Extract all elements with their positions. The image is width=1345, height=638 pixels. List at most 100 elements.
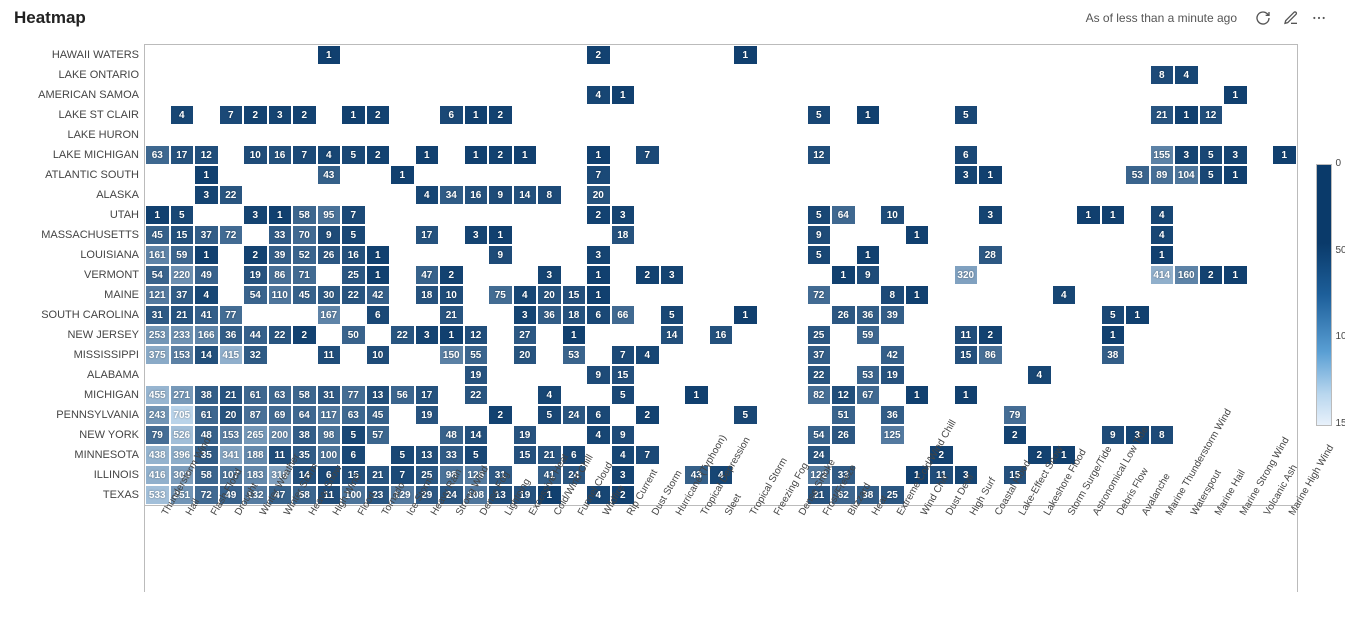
heatmap-cell[interactable] <box>513 125 538 145</box>
heatmap-cell[interactable] <box>880 85 905 105</box>
heatmap-cell[interactable] <box>807 265 832 285</box>
heatmap-cell[interactable] <box>954 285 979 305</box>
heatmap-cell[interactable] <box>831 185 856 205</box>
heatmap-cell[interactable]: 1 <box>905 385 930 405</box>
heatmap-cell[interactable] <box>1101 365 1126 385</box>
heatmap-cell[interactable]: 1 <box>1272 145 1297 165</box>
heatmap-cell[interactable]: 1 <box>366 245 391 265</box>
heatmap-cell[interactable]: 45 <box>366 405 391 425</box>
heatmap-cell[interactable] <box>1052 125 1077 145</box>
heatmap-cell[interactable]: 155 <box>1150 145 1175 165</box>
heatmap-cell[interactable]: 12 <box>1199 105 1224 125</box>
heatmap-cell[interactable] <box>954 65 979 85</box>
heatmap-cell[interactable] <box>758 205 783 225</box>
heatmap-cell[interactable]: 72 <box>807 285 832 305</box>
heatmap-cell[interactable]: 2 <box>978 325 1003 345</box>
heatmap-cell[interactable] <box>929 65 954 85</box>
heatmap-cell[interactable] <box>1003 365 1028 385</box>
heatmap-cell[interactable] <box>390 305 415 325</box>
heatmap-cell[interactable]: 45 <box>292 285 317 305</box>
heatmap-cell[interactable] <box>1027 165 1052 185</box>
heatmap-cell[interactable] <box>1199 65 1224 85</box>
heatmap-cell[interactable]: 110 <box>268 285 293 305</box>
heatmap-cell[interactable]: 8 <box>1150 65 1175 85</box>
heatmap-cell[interactable] <box>1052 205 1077 225</box>
heatmap-cell[interactable] <box>170 85 195 105</box>
heatmap-cell[interactable]: 6 <box>366 305 391 325</box>
heatmap-cell[interactable] <box>488 85 513 105</box>
heatmap-cell[interactable]: 160 <box>1174 265 1199 285</box>
heatmap-cell[interactable] <box>366 365 391 385</box>
heatmap-cell[interactable] <box>635 365 660 385</box>
heatmap-cell[interactable]: 22 <box>268 325 293 345</box>
heatmap-cell[interactable] <box>170 65 195 85</box>
heatmap-cell[interactable] <box>929 125 954 145</box>
heatmap-cell[interactable]: 47 <box>415 265 440 285</box>
heatmap-cell[interactable] <box>415 45 440 65</box>
heatmap-cell[interactable] <box>660 185 685 205</box>
heatmap-cell[interactable] <box>464 65 489 85</box>
heatmap-cell[interactable]: 12 <box>464 325 489 345</box>
heatmap-cell[interactable] <box>978 265 1003 285</box>
heatmap-cell[interactable] <box>1125 65 1150 85</box>
heatmap-cell[interactable] <box>758 325 783 345</box>
heatmap-cell[interactable]: 15 <box>954 345 979 365</box>
heatmap-cell[interactable] <box>513 105 538 125</box>
heatmap-cell[interactable]: 1 <box>586 265 611 285</box>
heatmap-cell[interactable] <box>341 45 366 65</box>
heatmap-cell[interactable]: 14 <box>194 345 219 365</box>
heatmap-cell[interactable] <box>978 405 1003 425</box>
heatmap-cell[interactable]: 20 <box>537 285 562 305</box>
heatmap-cell[interactable]: 25 <box>341 265 366 285</box>
heatmap-cell[interactable] <box>1027 405 1052 425</box>
heatmap-cell[interactable] <box>1150 125 1175 145</box>
heatmap-cell[interactable]: 63 <box>145 145 170 165</box>
heatmap-cell[interactable]: 153 <box>219 425 244 445</box>
heatmap-cell[interactable] <box>1199 205 1224 225</box>
heatmap-cell[interactable] <box>807 305 832 325</box>
heatmap-cell[interactable] <box>684 65 709 85</box>
heatmap-cell[interactable] <box>660 45 685 65</box>
heatmap-cell[interactable]: 34 <box>439 185 464 205</box>
heatmap-cell[interactable] <box>782 285 807 305</box>
heatmap-cell[interactable] <box>1076 145 1101 165</box>
heatmap-cell[interactable]: 86 <box>268 265 293 285</box>
heatmap-cell[interactable] <box>1101 105 1126 125</box>
heatmap-cell[interactable] <box>439 205 464 225</box>
heatmap-cell[interactable]: 320 <box>954 265 979 285</box>
heatmap-cell[interactable]: 2 <box>439 265 464 285</box>
heatmap-cell[interactable] <box>145 45 170 65</box>
heatmap-cell[interactable] <box>586 105 611 125</box>
heatmap-cell[interactable] <box>513 85 538 105</box>
heatmap-cell[interactable] <box>1248 145 1273 165</box>
heatmap-cell[interactable]: 45 <box>145 225 170 245</box>
heatmap-cell[interactable] <box>978 225 1003 245</box>
heatmap-cell[interactable]: 7 <box>341 205 366 225</box>
heatmap-cell[interactable] <box>366 45 391 65</box>
heatmap-cell[interactable] <box>1223 305 1248 325</box>
heatmap-cell[interactable] <box>782 65 807 85</box>
heatmap-cell[interactable] <box>1272 205 1297 225</box>
heatmap-cell[interactable]: 438 <box>145 445 170 465</box>
heatmap-cell[interactable] <box>954 225 979 245</box>
heatmap-cell[interactable] <box>1248 165 1273 185</box>
heatmap-cell[interactable] <box>782 85 807 105</box>
heatmap-cell[interactable] <box>1076 65 1101 85</box>
heatmap-cell[interactable] <box>856 425 881 445</box>
heatmap-cell[interactable] <box>1199 245 1224 265</box>
heatmap-cell[interactable] <box>1003 345 1028 365</box>
heatmap-cell[interactable]: 5 <box>341 225 366 245</box>
heatmap-cell[interactable] <box>1174 185 1199 205</box>
heatmap-cell[interactable] <box>1125 405 1150 425</box>
heatmap-cell[interactable] <box>488 365 513 385</box>
heatmap-cell[interactable]: 11 <box>954 325 979 345</box>
heatmap-cell[interactable] <box>1174 365 1199 385</box>
heatmap-cell[interactable] <box>586 125 611 145</box>
heatmap-cell[interactable] <box>219 265 244 285</box>
heatmap-cell[interactable] <box>1150 185 1175 205</box>
heatmap-cell[interactable] <box>194 105 219 125</box>
heatmap-cell[interactable] <box>145 85 170 105</box>
heatmap-cell[interactable] <box>954 205 979 225</box>
heatmap-cell[interactable] <box>684 45 709 65</box>
heatmap-cell[interactable] <box>145 105 170 125</box>
